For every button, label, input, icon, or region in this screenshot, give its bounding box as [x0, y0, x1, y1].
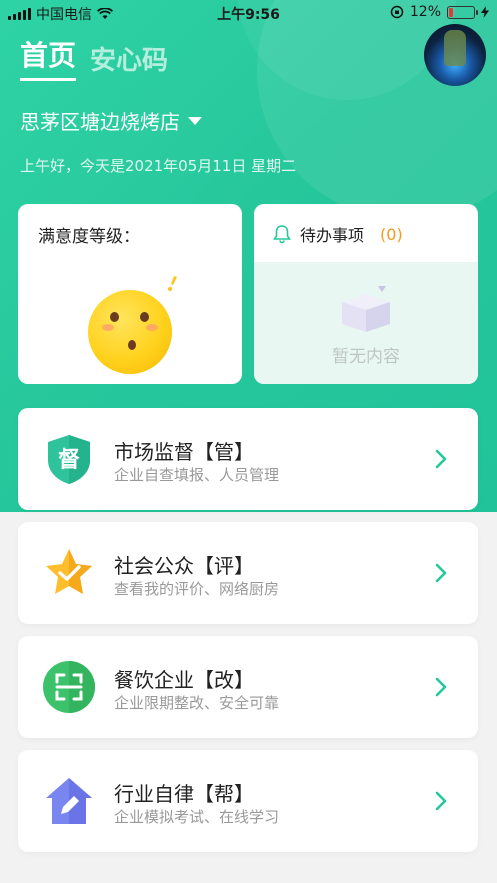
menu-subtitle: 企业模拟考试、在线学习 — [114, 808, 280, 826]
menu-title: 行业自律【帮】 — [114, 782, 254, 806]
top-tabs: 首页 安心码 — [20, 34, 168, 81]
house-edit-icon — [46, 778, 92, 824]
chevron-right-icon — [435, 791, 447, 811]
scan-frame-icon — [43, 661, 95, 713]
store-name: 思茅区塘边烧烤店 — [20, 110, 180, 134]
menu-industry-self-discipline[interactable]: 行业自律【帮】 企业模拟考试、在线学习 — [18, 750, 478, 852]
emoji-face-icon — [88, 290, 172, 374]
orientation-lock-icon — [390, 5, 404, 19]
tab-home[interactable]: 首页 — [20, 34, 77, 81]
battery-icon — [447, 5, 478, 19]
star-check-icon — [46, 549, 92, 594]
chevron-right-icon — [435, 677, 447, 697]
greeting-text: 上午好，今天是2021年05月11日 星期二 — [20, 157, 297, 175]
battery-percent: 12% — [409, 4, 441, 20]
bell-icon — [273, 225, 291, 244]
menu-title: 社会公众【评】 — [114, 554, 254, 578]
menu-public-review[interactable]: 社会公众【评】 查看我的评价、网络厨房 — [18, 522, 478, 624]
todo-title: 待办事项 — [300, 226, 365, 245]
satisfaction-title: 满意度等级： — [38, 227, 140, 247]
avatar[interactable] — [424, 24, 486, 86]
chevron-right-icon — [435, 449, 447, 469]
tab-safety-code[interactable]: 安心码 — [90, 40, 168, 81]
caret-down-icon — [188, 116, 202, 125]
menu-title: 市场监督【管】 — [114, 440, 254, 464]
charging-icon — [481, 6, 489, 18]
menu-subtitle: 企业自查填报、人员管理 — [114, 466, 280, 484]
empty-box-icon — [342, 286, 390, 332]
menu-title: 餐饮企业【改】 — [114, 668, 254, 692]
empty-text: 暂无内容 — [332, 347, 400, 367]
todo-count: (0) — [380, 224, 403, 244]
chevron-right-icon — [435, 563, 447, 583]
store-selector[interactable]: 思茅区塘边烧烤店 — [20, 106, 202, 135]
status-bar: 中国电信 上午9:56 12% — [0, 0, 497, 26]
menu-subtitle: 企业限期整改、安全可靠 — [114, 694, 280, 712]
menu-market-supervision[interactable]: 督 市场监督【管】 企业自查填报、人员管理 — [18, 408, 478, 510]
shield-supervise-icon: 督 — [48, 435, 90, 484]
exclamation-icon — [168, 276, 177, 291]
svg-text:督: 督 — [58, 447, 80, 473]
menu-catering-rectify[interactable]: 餐饮企业【改】 企业限期整改、安全可靠 — [18, 636, 478, 738]
menu-subtitle: 查看我的评价、网络厨房 — [114, 580, 280, 598]
